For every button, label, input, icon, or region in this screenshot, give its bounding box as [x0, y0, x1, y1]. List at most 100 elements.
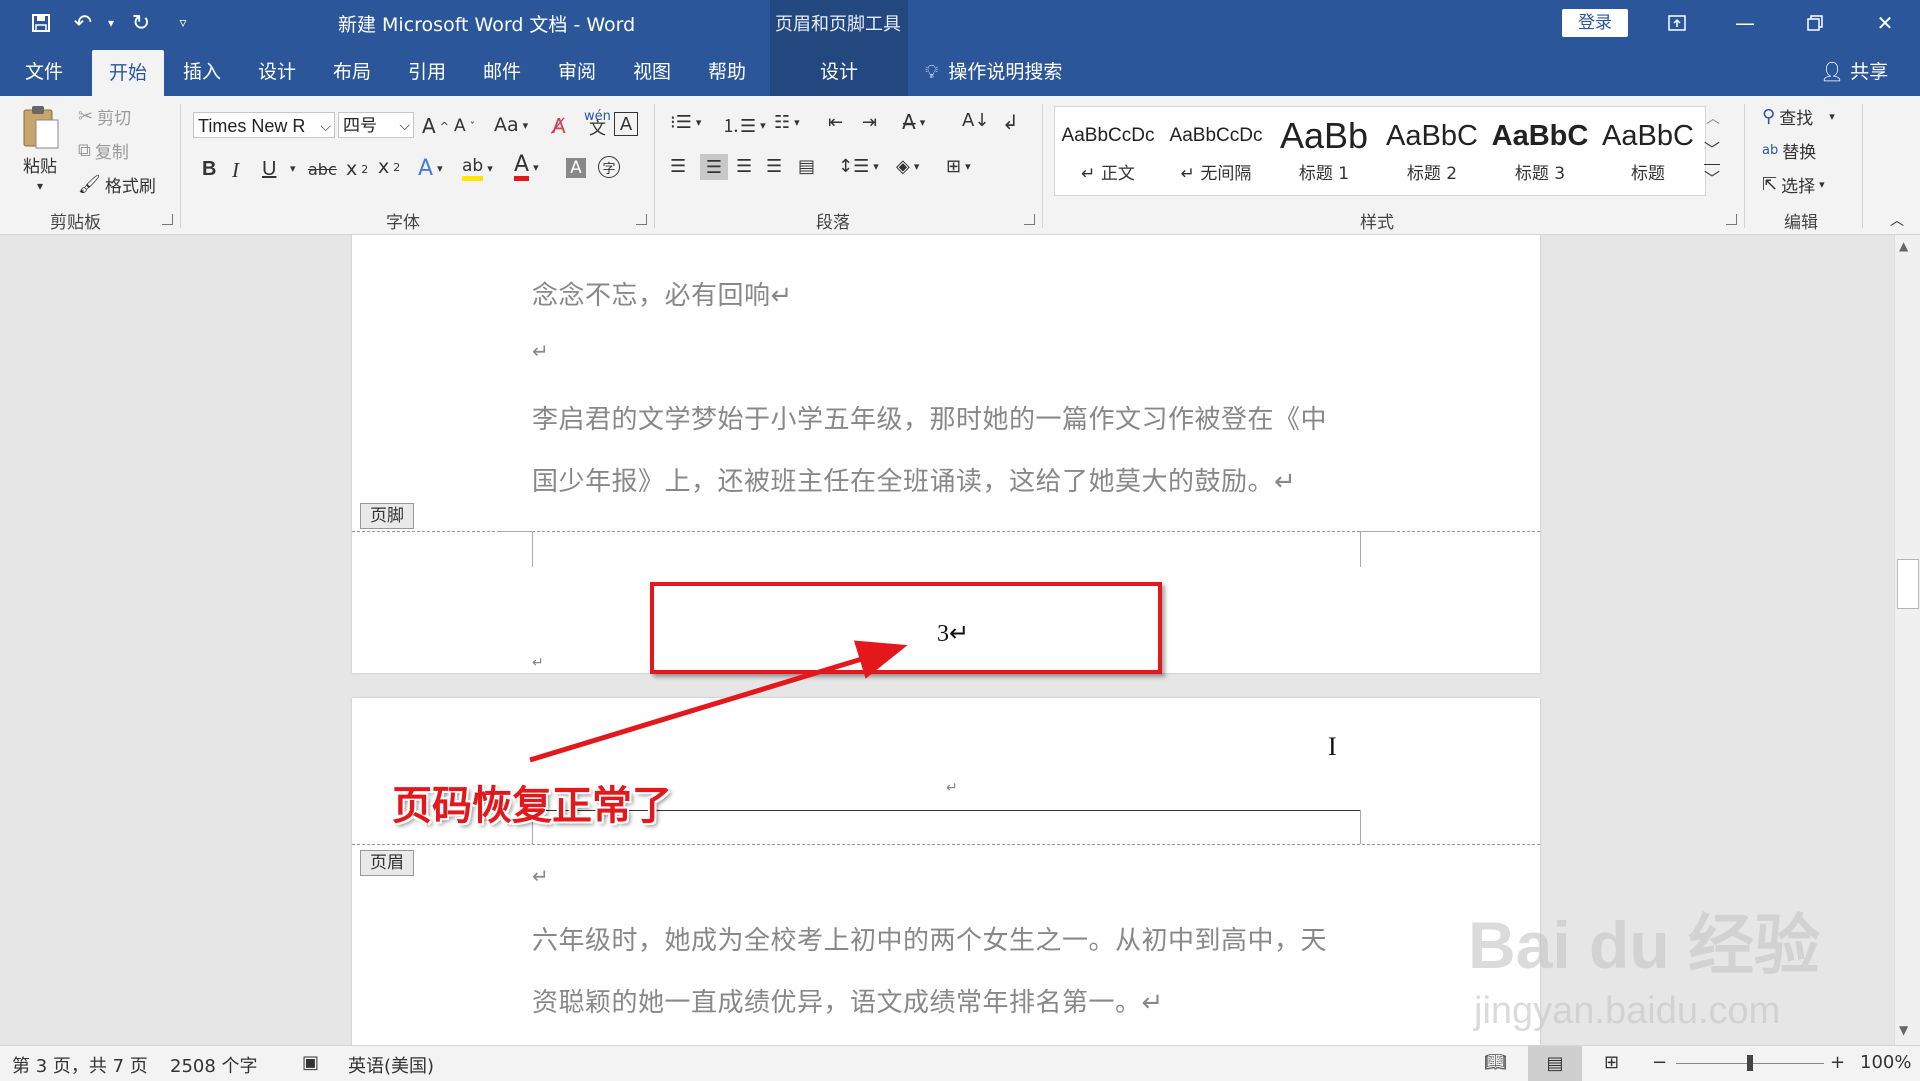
page-4[interactable]: ↵ 页眉 ↵ 六年级时，她成为全校考上初中的两个女生之一。从初中到高中，天 资聪…	[352, 698, 1540, 1045]
page-info[interactable]: 第 3 页，共 7 页	[12, 1052, 148, 1078]
show-marks-icon[interactable]: ↲	[1002, 110, 1019, 134]
scroll-up-icon[interactable]: ▲	[1899, 239, 1908, 253]
tab-view[interactable]: 视图	[620, 46, 684, 96]
character-border-icon[interactable]: A	[614, 112, 638, 136]
tab-home[interactable]: 开始	[92, 50, 164, 96]
styles-more-icon[interactable]: ﹀	[1704, 164, 1721, 189]
replace-button[interactable]: ab 替换	[1762, 138, 1816, 163]
underline-icon[interactable]: U	[262, 158, 276, 181]
justify-icon[interactable]: ☰	[766, 156, 782, 177]
styles-scroll-down-icon[interactable]: ﹀	[1704, 136, 1720, 160]
italic-icon[interactable]: I	[232, 158, 239, 183]
font-launcher-icon[interactable]	[636, 214, 647, 225]
cut-button[interactable]: ✂ 剪切	[78, 104, 131, 129]
font-size-combo[interactable]: 四号 ⌵	[338, 112, 414, 138]
distributed-icon[interactable]: ▤	[798, 156, 815, 177]
zoom-slider-thumb[interactable]	[1747, 1055, 1753, 1071]
tab-layout[interactable]: 布局	[320, 46, 384, 96]
increase-indent-icon[interactable]: ⇥	[862, 112, 877, 133]
find-button[interactable]: ⚲ 查找 ▾	[1762, 104, 1835, 129]
zoom-in-icon[interactable]: +	[1830, 1052, 1845, 1073]
style-heading-3[interactable]: AaBbC 标题 3	[1487, 107, 1593, 195]
clipboard-launcher-icon[interactable]	[162, 214, 173, 225]
subscript-icon[interactable]: x2	[346, 158, 368, 180]
text-effects-icon[interactable]: A ▾	[418, 156, 443, 181]
language[interactable]: 英语(美国)	[348, 1052, 434, 1078]
customize-toolbar-icon[interactable]: ▿	[168, 8, 198, 38]
grow-font-icon[interactable]: A ^	[422, 114, 449, 138]
shrink-font-icon[interactable]: Aˇ	[454, 116, 475, 136]
collapse-ribbon-icon[interactable]: ︿	[1890, 210, 1904, 230]
select-button[interactable]: ⇱ 选择 ▾	[1762, 172, 1825, 197]
minimize-icon[interactable]: —	[1722, 6, 1768, 40]
line-spacing-icon[interactable]: ↕☰ ▾	[838, 156, 879, 177]
undo-dropdown-icon[interactable]: ▾	[96, 8, 126, 38]
close-icon[interactable]: ✕	[1862, 6, 1908, 40]
highlight-icon[interactable]: ab ▾	[462, 156, 493, 181]
align-center-icon[interactable]: ☰	[700, 154, 728, 180]
tab-mailings[interactable]: 邮件	[470, 46, 534, 96]
vertical-scrollbar[interactable]: ▲ ▼	[1894, 235, 1920, 1045]
phonetic-guide-icon[interactable]: wén 文	[584, 110, 611, 138]
underline-dropdown-icon[interactable]: ▾	[290, 162, 296, 175]
word-count[interactable]: 2508 个字	[170, 1052, 258, 1078]
save-icon[interactable]	[26, 8, 56, 38]
read-mode-icon[interactable]: 📖︎	[1484, 1052, 1507, 1073]
change-case-icon[interactable]: Aa ▾	[494, 114, 528, 136]
bold-icon[interactable]: B	[202, 158, 216, 181]
copy-button[interactable]: ⧉ 复制	[78, 138, 129, 163]
restore-icon[interactable]	[1792, 6, 1838, 40]
login-button[interactable]: 登录	[1562, 9, 1628, 37]
share-button[interactable]: 👤︎ 共享	[1820, 46, 1888, 96]
bullets-icon[interactable]: ⁝☰ ▾	[670, 112, 701, 133]
proofing-icon[interactable]: ▣	[302, 1052, 319, 1073]
tab-references[interactable]: 引用	[395, 46, 459, 96]
scroll-down-icon[interactable]: ▼	[1899, 1023, 1908, 1037]
tab-header-footer-design[interactable]: 设计	[770, 46, 908, 96]
undo-icon[interactable]: ↶	[68, 8, 98, 38]
footer-tag[interactable]: 页脚	[360, 503, 414, 529]
web-layout-icon[interactable]: ⊞	[1604, 1052, 1619, 1073]
style-normal[interactable]: AaBbCcDc ↵ 正文	[1055, 107, 1161, 195]
clear-formatting-icon[interactable]: A̸	[552, 114, 566, 138]
align-left-icon[interactable]: ☰	[670, 156, 686, 177]
paste-button[interactable]: 粘贴 ▾	[20, 104, 60, 193]
style-no-spacing[interactable]: AaBbCcDc ↵ 无间隔	[1163, 107, 1269, 195]
tell-me-search[interactable]: 💡︎ 操作说明搜索	[925, 46, 1062, 96]
shading-icon[interactable]: ◈ ▾	[896, 156, 919, 177]
chinese-layout-icon[interactable]: A̶ ▾	[902, 110, 925, 134]
redo-icon[interactable]: ↻	[126, 8, 156, 38]
style-title[interactable]: AaBbC 标题	[1595, 107, 1701, 195]
ribbon-display-icon[interactable]	[1654, 6, 1700, 40]
watermark-url: jingyan.baidu.com	[1474, 990, 1781, 1032]
font-name-value: Times New R	[198, 116, 306, 136]
tab-help[interactable]: 帮助	[695, 46, 759, 96]
borders-icon[interactable]: ⊞ ▾	[946, 156, 971, 177]
font-name-combo[interactable]: Times New R ⌵	[193, 112, 335, 138]
paragraph-launcher-icon[interactable]	[1024, 214, 1035, 225]
format-painter-button[interactable]: 🖌︎ 格式刷	[78, 172, 156, 197]
character-shading-icon[interactable]: A	[566, 158, 586, 178]
sort-icon[interactable]: A↓	[962, 110, 989, 131]
enclose-characters-icon[interactable]: 字	[598, 156, 620, 178]
style-heading-1[interactable]: AaBb 标题 1	[1271, 107, 1377, 195]
zoom-level[interactable]: 100%	[1860, 1052, 1911, 1073]
strikethrough-icon[interactable]: abc	[308, 160, 337, 179]
tab-review[interactable]: 审阅	[545, 46, 609, 96]
tab-insert[interactable]: 插入	[170, 46, 234, 96]
multilevel-list-icon[interactable]: ☷ ▾	[774, 112, 800, 133]
tab-file[interactable]: 文件	[12, 46, 76, 96]
zoom-out-icon[interactable]: −	[1652, 1052, 1667, 1073]
decrease-indent-icon[interactable]: ⇤	[828, 112, 843, 133]
numbering-icon[interactable]: ⒈☰ ▾	[722, 112, 766, 138]
style-heading-2[interactable]: AaBbC 标题 2	[1379, 107, 1485, 195]
superscript-icon[interactable]: x2	[378, 156, 400, 178]
styles-launcher-icon[interactable]	[1726, 214, 1737, 225]
header-tag[interactable]: 页眉	[360, 850, 414, 876]
scroll-thumb[interactable]	[1897, 559, 1919, 609]
tab-design[interactable]: 设计	[245, 46, 309, 96]
align-right-icon[interactable]: ☰	[736, 156, 752, 177]
styles-scroll-up-icon[interactable]: ︿	[1706, 108, 1720, 128]
font-color-icon[interactable]: A ▾	[514, 154, 539, 181]
print-layout-icon[interactable]: ▤	[1528, 1046, 1582, 1081]
